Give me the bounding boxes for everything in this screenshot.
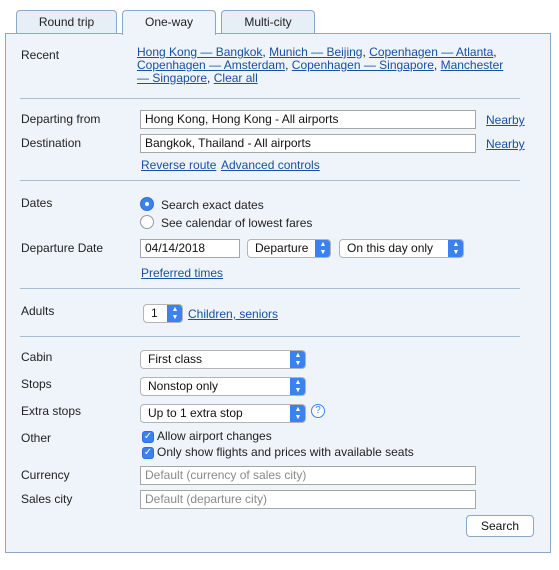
sales-city-label: Sales city <box>21 492 73 506</box>
departing-from-input[interactable]: Hong Kong, Hong Kong - All airports <box>140 110 476 129</box>
departure-type-select[interactable]: Departure ▲ ▼ <box>247 239 331 258</box>
extra-stops-value: Up to 1 extra stop <box>148 406 243 420</box>
departure-date-input[interactable]: 04/14/2018 <box>140 239 240 258</box>
nearby-destination-link[interactable]: Nearby <box>486 137 525 151</box>
allow-airport-changes-checkbox[interactable]: ✓ <box>142 431 154 443</box>
divider <box>20 336 520 337</box>
recent-route-link[interactable]: Munich — Beijing <box>269 45 362 59</box>
date-flexibility-value: On this day only <box>347 241 434 255</box>
chevron-up-down-icon: ▲ ▼ <box>167 305 182 322</box>
nearby-origin-link[interactable]: Nearby <box>486 113 525 127</box>
stops-select[interactable]: Nonstop only ▲ ▼ <box>140 377 306 396</box>
cabin-select[interactable]: First class ▲ ▼ <box>140 350 306 369</box>
separator: , <box>207 71 211 85</box>
chevron-up-down-icon: ▲ ▼ <box>448 240 463 257</box>
tab-one-way[interactable]: One-way <box>122 10 216 35</box>
cabin-label: Cabin <box>21 350 53 364</box>
destination-label: Destination <box>21 136 82 150</box>
reverse-route-link[interactable]: Reverse route <box>141 158 216 172</box>
dates-label: Dates <box>21 196 53 210</box>
chevron-up-down-icon: ▲ ▼ <box>290 351 305 368</box>
divider <box>20 180 520 181</box>
recent-route-link[interactable]: Copenhagen — Amsterdam <box>137 58 285 72</box>
extra-stops-select[interactable]: Up to 1 extra stop ▲ ▼ <box>140 404 306 423</box>
separator: , <box>433 58 438 72</box>
clear-all-link[interactable]: Clear all <box>214 71 258 85</box>
currency-input[interactable]: Default (currency of sales city) <box>140 466 476 485</box>
departing-from-label: Departing from <box>21 112 101 126</box>
children-seniors-link[interactable]: Children, seniors <box>188 307 278 321</box>
recent-route-link[interactable]: Copenhagen — Atlanta <box>369 45 493 59</box>
recent-searches: Hong Kong — Bangkok, Munich — Beijing, C… <box>137 46 507 85</box>
tab-multi-city[interactable]: Multi-city <box>221 10 315 34</box>
calendar-fares-radio[interactable] <box>140 215 154 229</box>
search-form-panel: Recent Hong Kong — Bangkok, Munich — Bei… <box>5 33 551 553</box>
help-icon[interactable]: ? <box>311 404 325 418</box>
departure-date-label: Departure Date <box>21 241 104 255</box>
available-seats-checkbox[interactable]: ✓ <box>142 447 154 459</box>
cabin-value: First class <box>148 352 202 366</box>
stops-label: Stops <box>21 377 52 391</box>
available-seats-label[interactable]: Only show flights and prices with availa… <box>157 445 414 459</box>
search-button[interactable]: Search <box>466 515 534 537</box>
separator: , <box>362 45 366 59</box>
exact-dates-label[interactable]: Search exact dates <box>161 198 264 212</box>
allow-airport-changes-label[interactable]: Allow airport changes <box>157 429 272 443</box>
recent-route-link[interactable]: Copenhagen — Singapore <box>292 58 434 72</box>
tab-round-trip[interactable]: Round trip <box>16 10 117 34</box>
departure-type-value: Departure <box>255 241 309 255</box>
divider <box>20 98 520 99</box>
chevron-up-down-icon: ▲ ▼ <box>290 378 305 395</box>
recent-route-link[interactable]: Hong Kong — Bangkok <box>137 45 262 59</box>
other-label: Other <box>21 431 52 445</box>
chevron-up-down-icon: ▲ ▼ <box>290 405 305 422</box>
separator: , <box>285 58 289 72</box>
divider <box>20 288 520 289</box>
chevron-up-down-icon: ▲ ▼ <box>315 240 330 257</box>
exact-dates-radio[interactable] <box>140 197 154 211</box>
adults-count-select[interactable]: 1 ▲ ▼ <box>143 304 183 323</box>
advanced-controls-link[interactable]: Advanced controls <box>221 158 320 172</box>
sales-city-input[interactable]: Default (departure city) <box>140 490 476 509</box>
separator: , <box>493 45 497 59</box>
calendar-fares-label[interactable]: See calendar of lowest fares <box>161 216 312 230</box>
extra-stops-label: Extra stops <box>21 404 82 418</box>
separator: , <box>262 45 266 59</box>
adults-count-value: 1 <box>151 306 158 320</box>
date-flexibility-select[interactable]: On this day only ▲ ▼ <box>339 239 464 258</box>
stops-value: Nonstop only <box>148 379 219 393</box>
preferred-times-link[interactable]: Preferred times <box>141 266 223 280</box>
currency-label: Currency <box>21 468 70 482</box>
recent-label: Recent <box>21 48 60 62</box>
adults-label: Adults <box>21 304 55 318</box>
destination-input[interactable]: Bangkok, Thailand - All airports <box>140 134 476 153</box>
